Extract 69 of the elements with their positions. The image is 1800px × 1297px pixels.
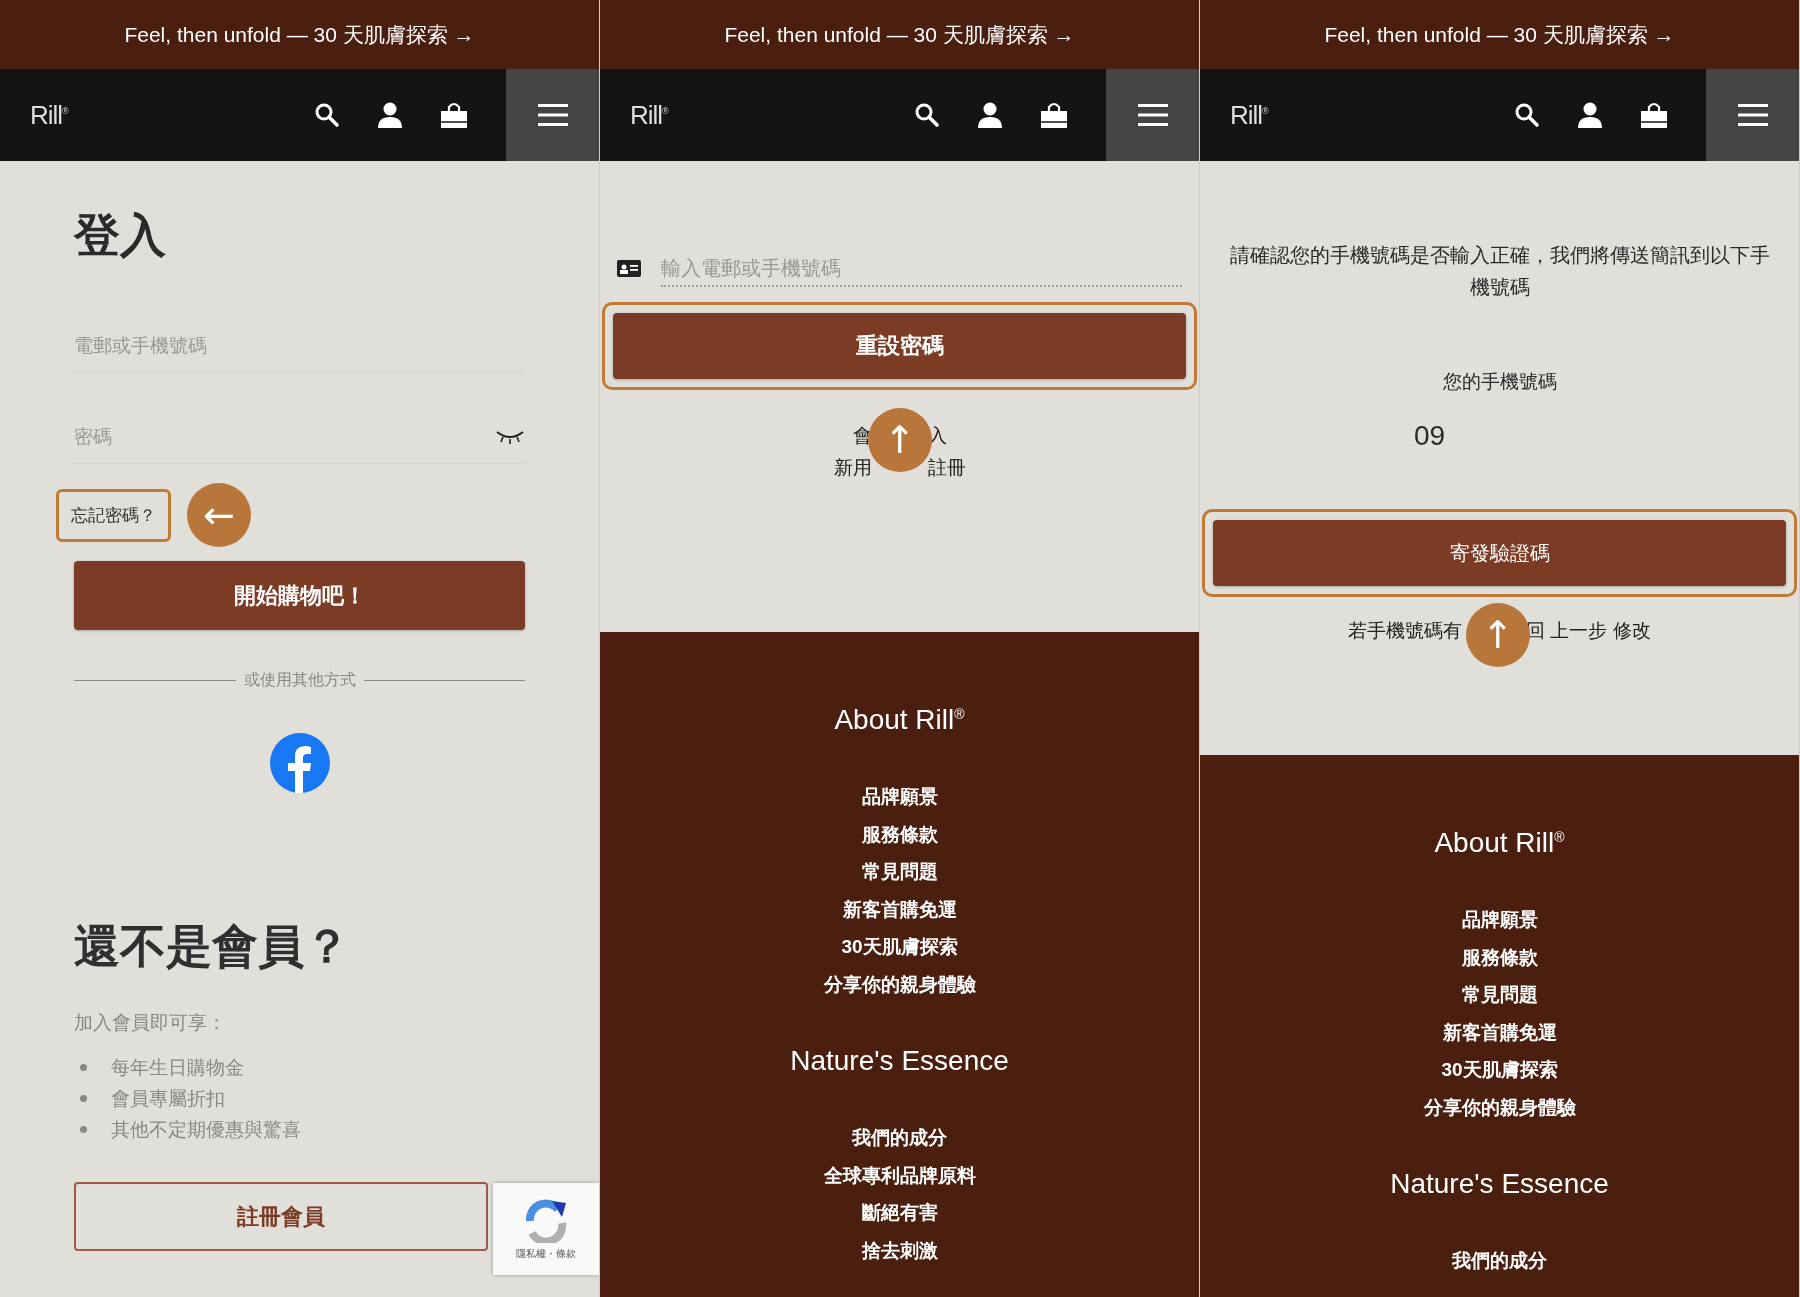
footer-link[interactable]: 分享你的親身體驗 (1423, 1088, 1576, 1127)
page-title: 登入 (74, 208, 167, 263)
user-icon[interactable] (376, 101, 404, 129)
benefits-intro: 加入會員即可享： (74, 1012, 227, 1034)
divider-label: 或使用其他方式 (243, 670, 356, 690)
register-button[interactable]: 註冊會員 (74, 1182, 488, 1251)
footer-link[interactable]: 分享你的親身體驗 (823, 965, 976, 1004)
footer-link[interactable]: 服務條款 (1461, 938, 1538, 977)
input-field[interactable]: 密碼 (74, 411, 495, 463)
signup-heading: 還不是會員？ (74, 919, 351, 974)
closed-eye-icon[interactable] (495, 429, 525, 445)
phone-number: 09 (1414, 419, 1447, 453)
promo-banner[interactable]: Feel, then unfold — 30 天肌膚探索 → (0, 0, 599, 69)
arrow-pointer: ← (187, 483, 251, 547)
benefit-text: 每年生日購物金 (111, 1055, 244, 1080)
forgot-password-link[interactable]: 忘記密碼？ (56, 488, 171, 542)
footer-link[interactable]: 捨去刺激 (861, 1231, 938, 1270)
promo-banner[interactable]: Feel, then unfold — 30 天肌膚探索 → (600, 0, 1199, 69)
menu-icon (1737, 104, 1768, 126)
search-icon[interactable] (314, 102, 340, 128)
benefit-text: 其他不定期優惠與驚喜 (111, 1117, 301, 1142)
benefit-text: 會員專屬折扣 (111, 1086, 225, 1111)
footer-link[interactable]: 全球專利品牌原料 (823, 1156, 976, 1195)
brand-logo[interactable]: Rill$^{®}$ (1230, 99, 1268, 131)
user-icon[interactable] (1576, 101, 1604, 129)
shopping-bag-icon[interactable] (440, 101, 468, 129)
confirm-message: 請確認您的手機號碼是否輸入正確，我們將傳送簡訊到以下手機號碼 (1228, 243, 1771, 300)
start-shopping-button[interactable]: 開始購物吧！ (74, 561, 525, 630)
footer-link[interactable]: 我們的成分 (852, 1119, 947, 1157)
user-icon[interactable] (976, 101, 1004, 129)
bullet-icon (80, 1126, 87, 1133)
send-code-button[interactable]: 寄發驗證碼 (1213, 520, 1786, 586)
search-icon[interactable] (1514, 102, 1540, 128)
bullet-icon (80, 1095, 87, 1102)
menu-icon (537, 104, 568, 126)
search-icon[interactable] (914, 102, 940, 128)
shopping-bag-icon[interactable] (1640, 101, 1668, 129)
input-field[interactable]: 電郵或手機號碼 (74, 320, 525, 372)
footer-heading: Nature's Essence (790, 1044, 1009, 1079)
promo-banner[interactable]: Feel, then unfold — 30 天肌膚探索 → (1200, 0, 1799, 69)
footer-link[interactable]: 新客首購免運 (1442, 1013, 1557, 1052)
hint-text: 若手機號碼有 (1348, 619, 1463, 643)
contact-card-icon (617, 260, 641, 278)
menu-button[interactable] (1706, 69, 1799, 161)
menu-button[interactable] (506, 69, 599, 161)
facebook-icon[interactable] (269, 733, 330, 793)
footer-heading: About Rill$^{®}$ (1434, 826, 1565, 861)
footer-link[interactable]: 品牌願景 (1461, 901, 1538, 939)
menu-icon (1137, 104, 1168, 126)
brand-logo[interactable]: Rill$^{®}$ (630, 99, 668, 131)
footer-link[interactable]: 30天肌膚探索 (841, 928, 958, 966)
footer-heading: Nature's Essence (1390, 1167, 1609, 1202)
shopping-bag-icon[interactable] (1040, 101, 1068, 129)
footer-link[interactable]: 服務條款 (861, 815, 938, 854)
reset-password-button[interactable]: 重設密碼 (613, 313, 1186, 379)
footer-link[interactable]: 斷絕有害 (861, 1194, 938, 1232)
footer-link[interactable]: 我們的成分 (1452, 1242, 1547, 1280)
footer-heading: About Rill$^{®}$ (834, 703, 965, 738)
footer-link[interactable]: 常見問題 (1461, 976, 1538, 1014)
footer-link[interactable]: 常見問題 (861, 853, 938, 891)
footer-link[interactable]: 品牌願景 (861, 778, 938, 816)
brand-logo[interactable]: Rill$^{®}$ (30, 99, 68, 131)
input-field[interactable]: 輸入電郵或手機號碼 (661, 251, 1182, 287)
footer-link[interactable]: 30天肌膚探索 (1441, 1051, 1558, 1089)
phone-label: 您的手機號碼 (1441, 370, 1558, 394)
menu-button[interactable] (1106, 69, 1199, 161)
recaptcha-badge[interactable]: 隱私權・條款 (493, 1183, 599, 1275)
bullet-icon (80, 1064, 87, 1071)
footer-link[interactable]: 新客首購免運 (842, 890, 957, 929)
